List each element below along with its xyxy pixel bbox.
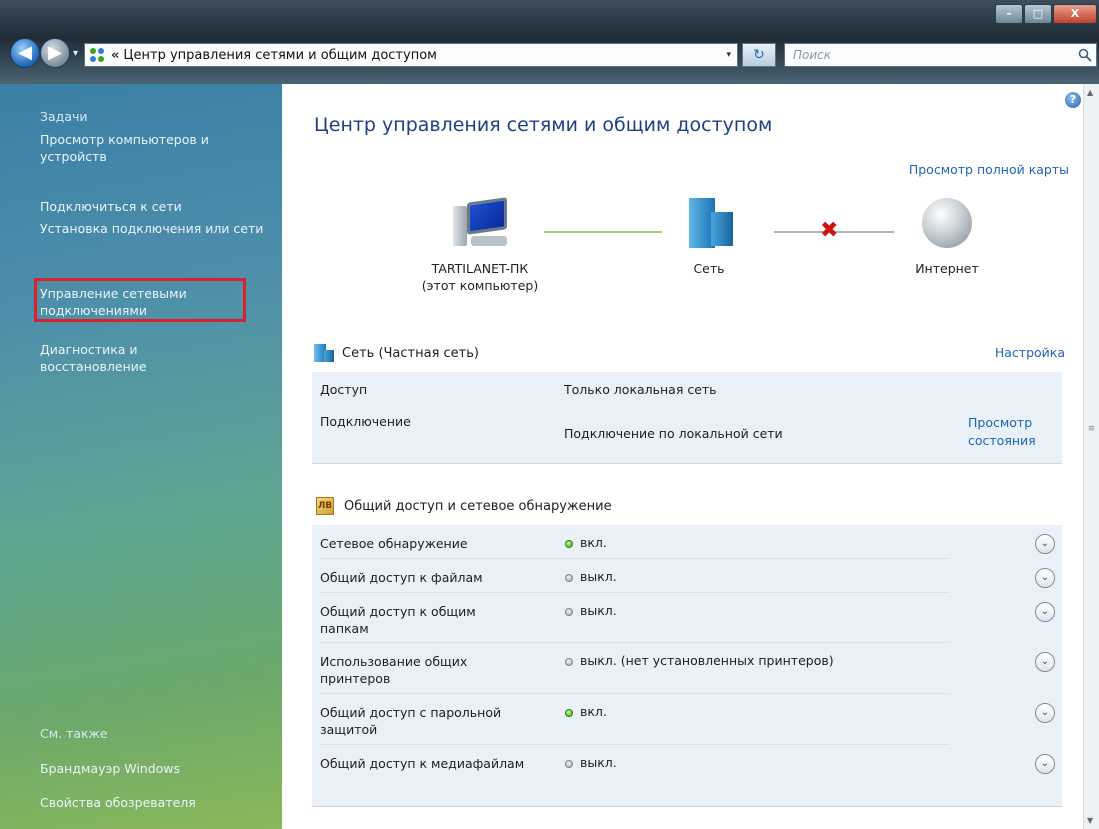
divider (320, 592, 950, 593)
forward-button[interactable]: ▶ (40, 38, 70, 68)
status-off-icon (565, 760, 573, 768)
setting-status: выкл. (580, 603, 617, 618)
status-off-icon (565, 574, 573, 582)
setting-status: выкл. (нет установленных принтеров) (580, 653, 834, 668)
forward-arrow-icon: ▶ (48, 42, 62, 63)
divider (320, 642, 950, 643)
divider (320, 744, 950, 745)
minimize-button[interactable]: – (995, 4, 1023, 24)
network-label: Сеть (693, 261, 725, 276)
map-internet: Интернет (902, 198, 992, 277)
chevron-down-icon[interactable]: ⌄ (1035, 568, 1055, 588)
sharing-section-header: ЛВ Общий доступ и сетевое обнаружение (316, 497, 612, 515)
sidebar-item-setup-connection[interactable]: Установка подключения или сети (40, 220, 265, 237)
chevron-down-icon[interactable]: ⌄ (1035, 602, 1055, 622)
breadcrumb-separator[interactable]: « (111, 48, 119, 63)
sidebar-item-diagnostics[interactable]: Диагностика и восстановление (40, 341, 240, 375)
status-off-icon (565, 608, 573, 616)
search-placeholder: Поиск (793, 48, 832, 62)
network-section-title: Сеть (Частная сеть) (342, 345, 479, 361)
setting-label: Общий доступ с парольной защитой (320, 705, 502, 737)
scroll-thumb[interactable]: ≡ (1086, 424, 1097, 444)
computer-name: TARTILANET-ПК (431, 261, 529, 276)
tasks-heading: Задачи (40, 109, 88, 124)
see-also-heading: См. также (40, 726, 108, 741)
highlight-frame (34, 278, 246, 322)
setting-label: Общий доступ к общим папкам (320, 604, 476, 636)
network-icon (681, 196, 737, 252)
divider (320, 558, 950, 559)
page-title: Центр управления сетями и общим доступом (314, 114, 773, 136)
main-content: ? Центр управления сетями и общим доступ… (282, 84, 1083, 829)
search-input[interactable]: Поиск (784, 43, 1097, 67)
setting-label: Общий доступ к медиафайлам (320, 756, 525, 771)
help-icon[interactable]: ? (1065, 92, 1081, 108)
setting-label: Сетевое обнаружение (320, 536, 468, 551)
network-center-icon (90, 48, 104, 62)
task-pane: Задачи Просмотр компьютеров и устройств … (0, 84, 282, 829)
status-on-icon (565, 709, 573, 717)
vertical-scrollbar[interactable]: ▲ ≡ ▼ (1083, 84, 1099, 829)
sharing-settings: Сетевое обнаружение вкл. ⌄ Общий доступ … (312, 525, 1062, 807)
sharing-section-title: Общий доступ и сетевое обнаружение (344, 498, 612, 514)
internet-label: Интернет (915, 261, 979, 276)
setting-status: вкл. (580, 704, 607, 719)
recent-pages-dropdown[interactable]: ▾ (73, 48, 78, 59)
breadcrumb[interactable]: Центр управления сетями и общим доступом (123, 48, 437, 63)
status-off-icon (565, 658, 573, 666)
sharing-icon: ЛВ (316, 497, 334, 515)
connection-label: Подключение (320, 414, 411, 429)
map-computer: TARTILANET-ПК (этот компьютер) (400, 196, 560, 294)
window-controls: – □ X (994, 4, 1097, 24)
chevron-down-icon[interactable]: ⌄ (1035, 754, 1055, 774)
sidebar-item-connect[interactable]: Подключиться к сети (40, 198, 182, 215)
address-bar[interactable]: « Центр управления сетями и общим доступ… (84, 43, 738, 67)
computer-subtitle: (этот компьютер) (421, 278, 539, 293)
sidebar-item-view-computers[interactable]: Просмотр компьютеров и устройств (40, 131, 260, 165)
chevron-down-icon[interactable]: ⌄ (1035, 534, 1055, 554)
maximize-button[interactable]: □ (1024, 4, 1052, 24)
view-status-link[interactable]: Просмотр состояния (968, 414, 1036, 450)
divider (320, 693, 950, 694)
setting-status: выкл. (580, 569, 617, 584)
network-details: Доступ Только локальная сеть Подключение… (312, 372, 1062, 464)
view-full-map-link[interactable]: Просмотр полной карты (909, 162, 1069, 177)
access-value: Только локальная сеть (564, 382, 717, 397)
close-button[interactable]: X (1053, 4, 1097, 24)
setting-label: Использование общих принтеров (320, 654, 468, 686)
configure-link[interactable]: Настройка (995, 345, 1065, 360)
setting-label: Общий доступ к файлам (320, 570, 483, 585)
title-bar: – □ X ◀ ▶ ▾ « Центр управления сетями и … (0, 0, 1099, 84)
back-arrow-icon: ◀ (18, 42, 32, 63)
map-network: Сеть (674, 196, 744, 277)
no-connection-icon: ✖ (820, 218, 839, 243)
sidebar-item-firewall[interactable]: Брандмауэр Windows (40, 760, 180, 777)
globe-icon (922, 198, 972, 248)
search-icon[interactable] (1078, 48, 1092, 62)
chevron-down-icon[interactable]: ⌄ (1035, 703, 1055, 723)
network-icon (314, 344, 336, 362)
connection-value: Подключение по локальной сети (564, 426, 783, 441)
scroll-up-icon[interactable]: ▲ (1087, 88, 1093, 97)
setting-status: вкл. (580, 535, 607, 550)
refresh-button[interactable]: ↻ (742, 43, 776, 67)
setting-status: выкл. (580, 755, 617, 770)
status-on-icon (565, 540, 573, 548)
connection-line (544, 231, 662, 233)
chevron-down-icon[interactable]: ⌄ (1035, 652, 1055, 672)
access-label: Доступ (320, 382, 368, 397)
computer-icon (449, 196, 511, 252)
chevron-down-icon[interactable]: ▾ (726, 50, 731, 60)
back-button[interactable]: ◀ (10, 38, 40, 68)
sidebar-item-internet-options[interactable]: Свойства обозревателя (40, 794, 196, 811)
network-section-header: Сеть (Частная сеть) (314, 344, 479, 362)
scroll-down-icon[interactable]: ▼ (1087, 816, 1093, 825)
